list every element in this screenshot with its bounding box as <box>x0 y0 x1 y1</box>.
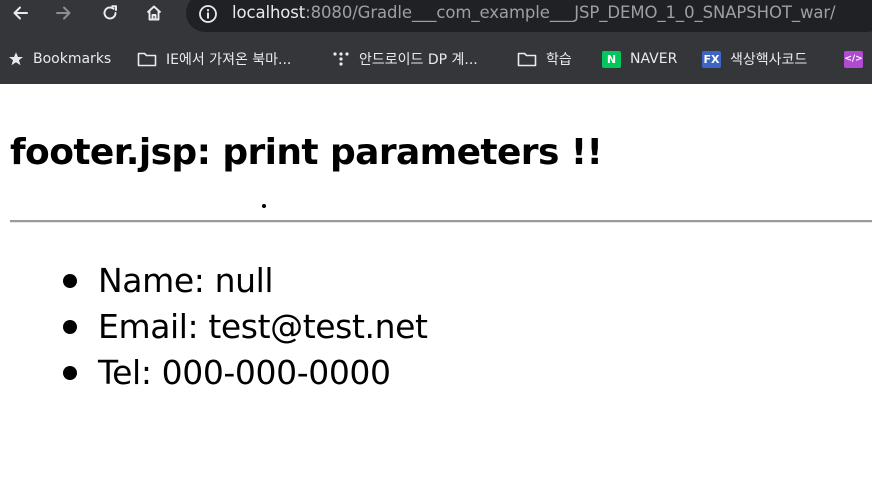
bookmark-ie-folder[interactable]: IE에서 가져온 북마... <box>137 40 291 78</box>
param-email: Email: test@test.net <box>0 304 428 350</box>
bookmark-code[interactable]: </> <box>844 40 872 78</box>
bookmark-android-dp[interactable]: 안드로이드 DP 계... <box>332 40 478 78</box>
param-text: Tel: 000-000-0000 <box>98 353 391 392</box>
bookmark-study-folder[interactable]: 학습 <box>517 40 572 78</box>
forward-arrow-icon[interactable] <box>46 0 82 26</box>
naver-badge: N <box>602 50 621 68</box>
url-text[interactable]: localhost:8080/Gradle___com_example___JS… <box>232 0 836 26</box>
info-icon[interactable] <box>198 4 218 28</box>
bookmark-label: 색상핵사코드 <box>730 52 808 68</box>
nav-row: localhost:8080/Gradle___com_example___JS… <box>0 0 872 36</box>
param-name: Name: null <box>0 258 428 304</box>
horizontal-rule <box>10 220 872 223</box>
bullet-icon <box>63 366 77 380</box>
code-icon: </> <box>844 50 863 68</box>
bookmarks-bar: Bookmarks IE에서 가져온 북마... 안드로이드 DP 계... 학… <box>0 40 872 78</box>
bullet-icon <box>63 274 77 288</box>
bookmark-label: 안드로이드 DP 계... <box>359 52 478 68</box>
folder-icon <box>517 51 537 67</box>
page-title: footer.jsp: print parameters !! <box>10 132 603 173</box>
dots-icon <box>332 50 350 68</box>
bullet-icon <box>63 320 77 334</box>
bookmark-label: IE에서 가져온 북마... <box>166 52 292 68</box>
param-text: Email: test@test.net <box>98 307 428 346</box>
bookmark-color-hex[interactable]: FX 색상핵사코드 <box>702 40 807 78</box>
url-host: localhost <box>232 3 306 22</box>
param-tel: Tel: 000-000-0000 <box>0 350 428 396</box>
url-path: :8080/Gradle___com_example___JSP_DEMO_1_… <box>305 3 836 22</box>
code-badge: </> <box>844 50 863 68</box>
fx-icon: FX <box>702 50 721 68</box>
parameter-list: Name: null Email: test@test.net Tel: 000… <box>0 258 428 396</box>
page-content: footer.jsp: print parameters !! Name: nu… <box>0 84 872 498</box>
bookmark-bookmarks[interactable]: Bookmarks <box>8 40 111 78</box>
bookmark-label: 학습 <box>546 52 572 68</box>
fx-badge: FX <box>702 50 721 68</box>
stray-dot <box>262 204 266 208</box>
back-arrow-icon[interactable] <box>2 0 38 26</box>
folder-icon <box>137 51 157 67</box>
bookmark-naver[interactable]: N NAVER <box>602 40 677 78</box>
reload-icon[interactable] <box>92 0 128 26</box>
browser-toolbar: localhost:8080/Gradle___com_example___JS… <box>0 0 872 84</box>
star-icon <box>8 51 24 67</box>
naver-icon: N <box>602 50 621 68</box>
param-text: Name: null <box>98 261 274 300</box>
bookmark-label: Bookmarks <box>33 51 112 67</box>
address-bar[interactable]: localhost:8080/Gradle___com_example___JS… <box>186 0 872 32</box>
bookmark-label: NAVER <box>630 51 678 67</box>
home-icon[interactable] <box>136 0 172 26</box>
